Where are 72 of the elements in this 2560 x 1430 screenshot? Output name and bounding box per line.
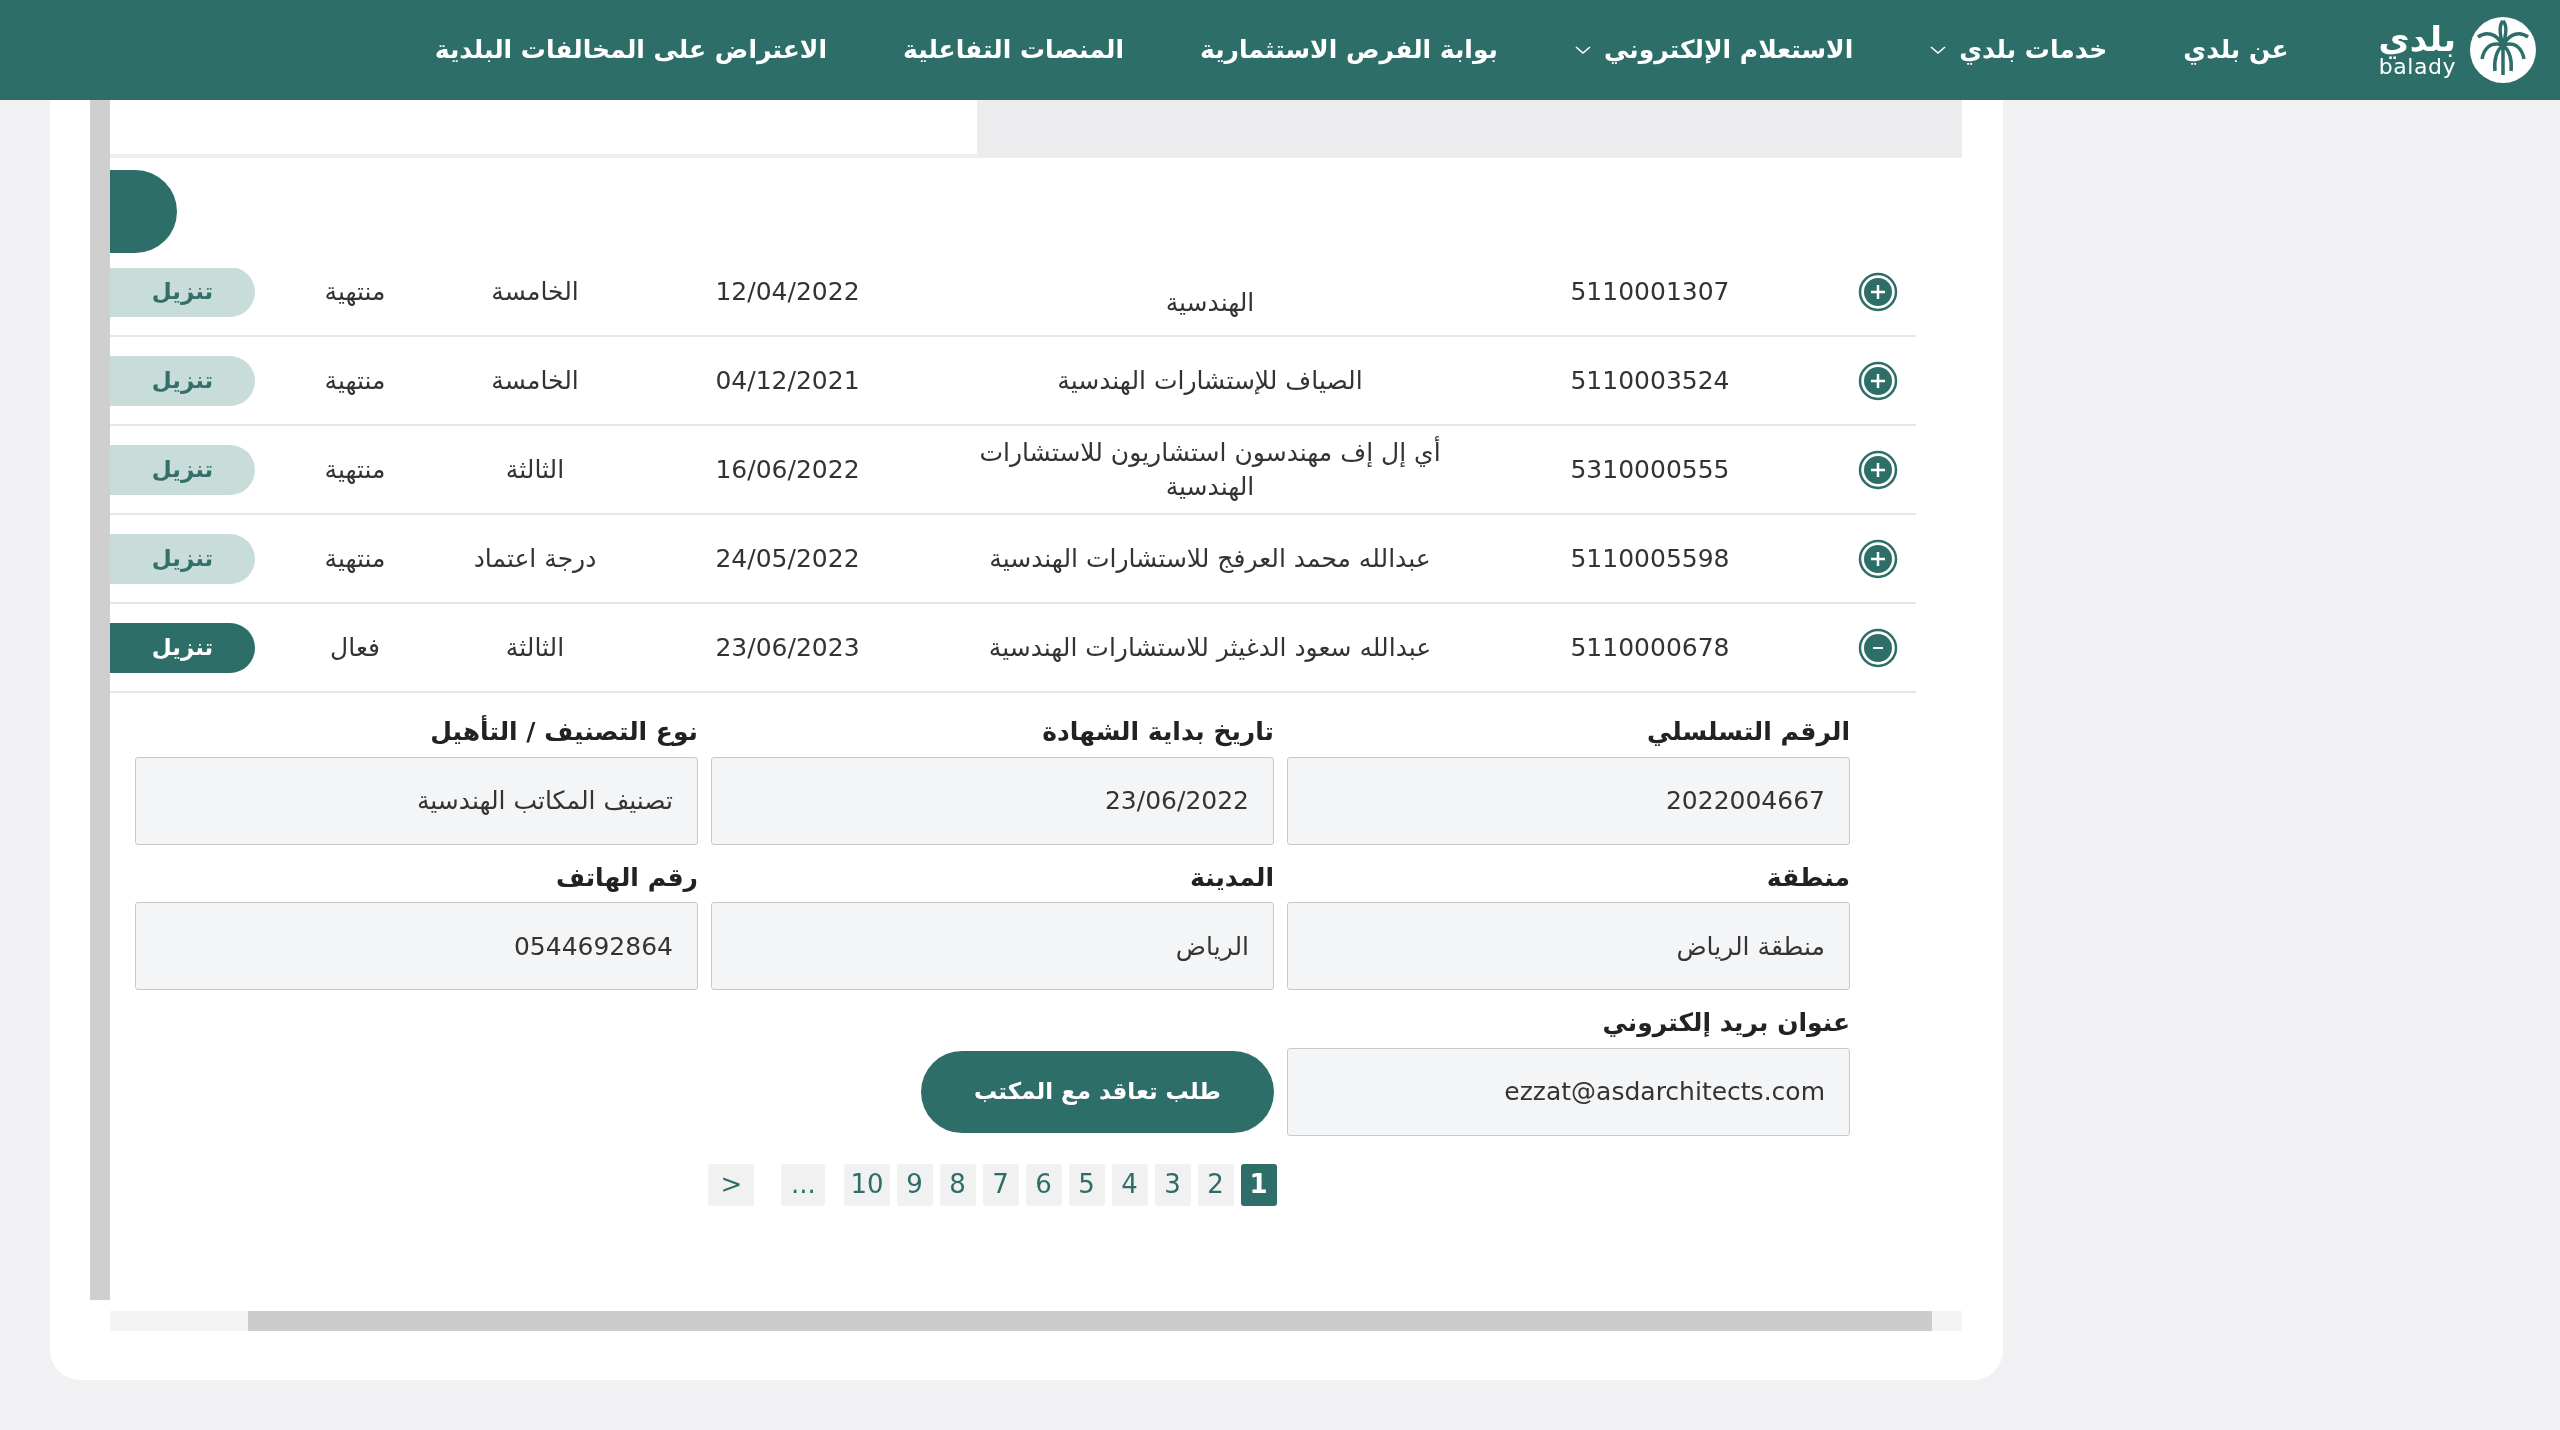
chevron-down-icon [1929, 44, 1948, 56]
field-label: تاريخ بداية الشهادة [1041, 716, 1274, 749]
download-button[interactable]: تنزيل [110, 268, 255, 317]
table-cell-text: منتهية [323, 275, 387, 308]
nav-link[interactable]: عن بلدي [2183, 31, 2289, 69]
table-cell-text: الثالثة [504, 631, 566, 664]
field-label: عنوان بريد إلكتروني [1601, 1007, 1850, 1040]
table-cell-text: الصياف للإستشارات الهندسية [1057, 364, 1363, 397]
table-cell-text: عبدالله محمد العرفج للاستشارات الهندسية [989, 542, 1431, 575]
nav-link[interactable]: خدمات بلدي [1929, 31, 2108, 69]
page-button[interactable]: 9 [896, 1163, 933, 1206]
ellipsis-button[interactable]: ... [781, 1163, 826, 1206]
nav-link[interactable]: بوابة الفرص الاستثمارية [1200, 31, 1498, 69]
page-button[interactable]: 3 [1154, 1163, 1191, 1206]
table-cell-text: الثالثة [504, 453, 566, 486]
table-cell-text: الخامسة [490, 275, 580, 308]
text-field[interactable]: تصنيف المكاتب الهندسية [135, 756, 698, 845]
table-cell-text: 5110005598 [1569, 542, 1731, 575]
text-field[interactable]: منطقة الرياض [1287, 902, 1850, 990]
table-cell-text: 5110001307 [1569, 275, 1731, 308]
page-button[interactable]: 8 [939, 1163, 976, 1206]
field-label: المدينة [1189, 861, 1274, 894]
chevron-down-icon [1574, 44, 1592, 56]
text-field[interactable]: 0544692864 [135, 902, 698, 990]
contract-request-button[interactable]: طلب تعاقد مع المكتب [921, 1050, 1274, 1133]
page-button[interactable]: 5 [1068, 1163, 1105, 1206]
page-button[interactable]: 10 [844, 1163, 890, 1206]
table-cell-text: 23/06/2023 [714, 631, 861, 664]
text-field[interactable]: 2022004667 [1287, 756, 1850, 845]
download-button[interactable]: تنزيل [110, 533, 255, 584]
table-cell-text: الخامسة [490, 364, 580, 397]
download-button[interactable]: تنزيل [110, 444, 255, 495]
table-cell-text: 5110003524 [1569, 364, 1731, 397]
table-cell-text: 04/12/2021 [714, 364, 861, 397]
field-label: الرقم التسلسلي [1646, 716, 1850, 749]
table-cell-text: درجة اعتماد [472, 542, 598, 575]
page-button[interactable]: 7 [982, 1163, 1019, 1206]
page-button[interactable]: 4 [1111, 1163, 1148, 1206]
table-cell-text: منتهية [323, 364, 387, 397]
text-field[interactable]: ezzat@asdarchitects.com [1287, 1047, 1850, 1136]
field-label: منطقة [1765, 861, 1850, 894]
expand-icon[interactable] [1858, 271, 1898, 312]
text-field[interactable]: 23/06/2022 [711, 756, 1274, 845]
field-label: نوع التصنيف / التأهيل [429, 714, 698, 748]
table-cell-text: 5110000678 [1569, 631, 1731, 664]
table-cell-text: الهندسية [1165, 286, 1255, 319]
side-toggle[interactable] [110, 170, 177, 253]
table-cell-text: عبدالله سعود الدغيثر للاستشارات الهندسية [988, 631, 1432, 664]
field-label: رقم الهاتف [554, 861, 698, 894]
table-cell-text: أي إل إف مهندسون استشاريون للاستشارات الهندسية [978, 435, 1442, 503]
page-button[interactable]: 1 [1240, 1163, 1277, 1206]
download-button[interactable]: تنزيل [110, 355, 255, 406]
table-cell-text: منتهية [323, 542, 387, 575]
text-field[interactable]: الرياض [711, 902, 1274, 990]
table-cell-text: 24/05/2022 [714, 542, 861, 575]
download-button[interactable]: تنزيل [110, 622, 255, 673]
collapse-icon[interactable] [1858, 627, 1898, 668]
nav-link[interactable]: المنصات التفاعلية [903, 31, 1124, 69]
expand-icon[interactable] [1858, 538, 1898, 579]
table-cell-text: 12/04/2022 [714, 275, 861, 308]
expand-icon[interactable] [1858, 449, 1898, 490]
table-cell-text: 16/06/2022 [714, 453, 861, 486]
table-cell-text: فعال [329, 631, 381, 664]
table-cell-text: 5310000555 [1569, 453, 1731, 486]
table-cell-text: منتهية [323, 453, 387, 486]
page-button[interactable]: 6 [1025, 1163, 1062, 1206]
page-button[interactable]: 2 [1197, 1163, 1234, 1206]
palm-logo-icon [2468, 15, 2538, 85]
nav-link[interactable]: الاعتراض على المخالفات البلدية [434, 31, 828, 69]
nav-link[interactable]: الاستعلام الإلكتروني [1574, 31, 1854, 69]
previous-page-button[interactable]: < [708, 1163, 755, 1206]
expand-icon[interactable] [1858, 360, 1898, 401]
